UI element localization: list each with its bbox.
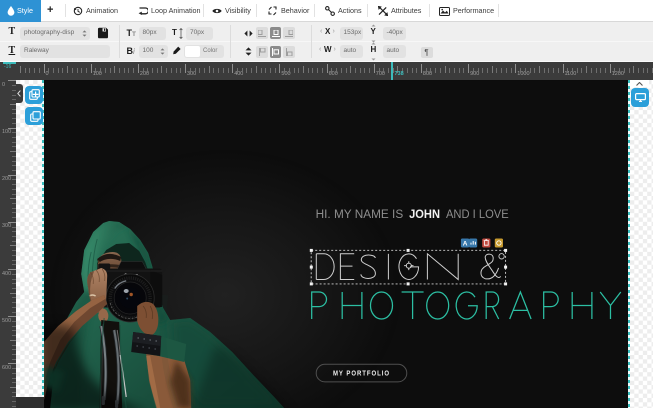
svg-text:MY PORTFOLIO: MY PORTFOLIO	[333, 371, 390, 378]
svg-text:A: A	[463, 241, 468, 248]
svg-text:HI. MY NAME IS: HI. MY NAME IS	[315, 207, 403, 221]
svg-text:JOHN: JOHN	[409, 207, 440, 221]
svg-text:AND I LOVE: AND I LOVE	[446, 207, 509, 221]
